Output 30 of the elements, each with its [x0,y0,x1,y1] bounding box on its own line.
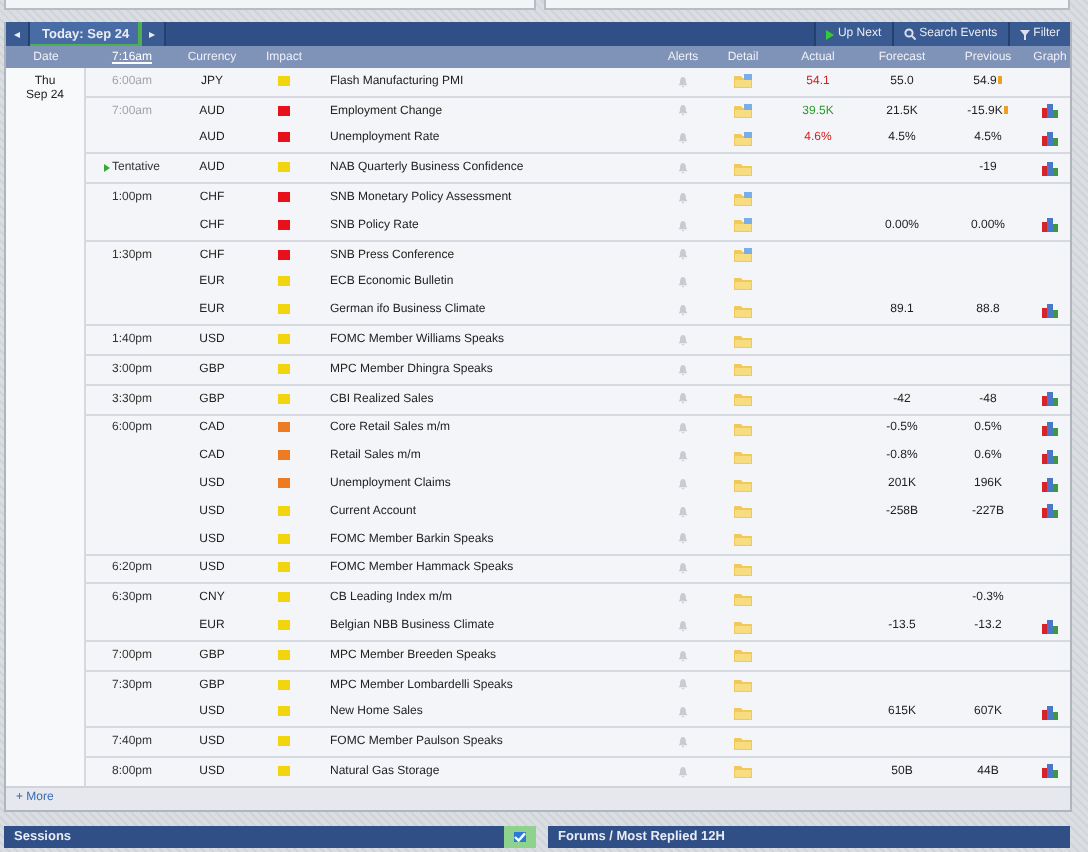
bell-icon [678,219,688,232]
bell-icon [678,132,688,145]
bell-icon [678,276,688,289]
bell-icon [678,392,688,405]
bell-icon [678,678,688,691]
bell-icon [678,303,688,316]
bell-icon [678,363,688,376]
bell-icon [678,765,688,778]
funnel-icon [1019,29,1030,39]
bell-icon [678,449,688,462]
bell-icon [678,591,688,604]
bell-icon [678,104,688,117]
bell-icon [678,532,688,545]
bell-icon [678,735,688,748]
bell-icon [678,649,688,662]
bell-icon [678,477,688,490]
triangle-icon [825,29,834,39]
bell-icon [678,162,688,174]
search-icon [903,28,916,40]
checkbox[interactable] [504,825,536,848]
bell-icon [678,619,688,632]
bell-icon [678,248,688,261]
bell-icon [678,706,688,719]
bell-icon [678,505,688,518]
bell-icon [678,333,688,346]
bell-icon [678,422,688,435]
checkmark-icon [514,831,526,842]
bell-icon [678,562,688,575]
bell-icon [678,75,688,88]
bell-icon [678,191,688,204]
